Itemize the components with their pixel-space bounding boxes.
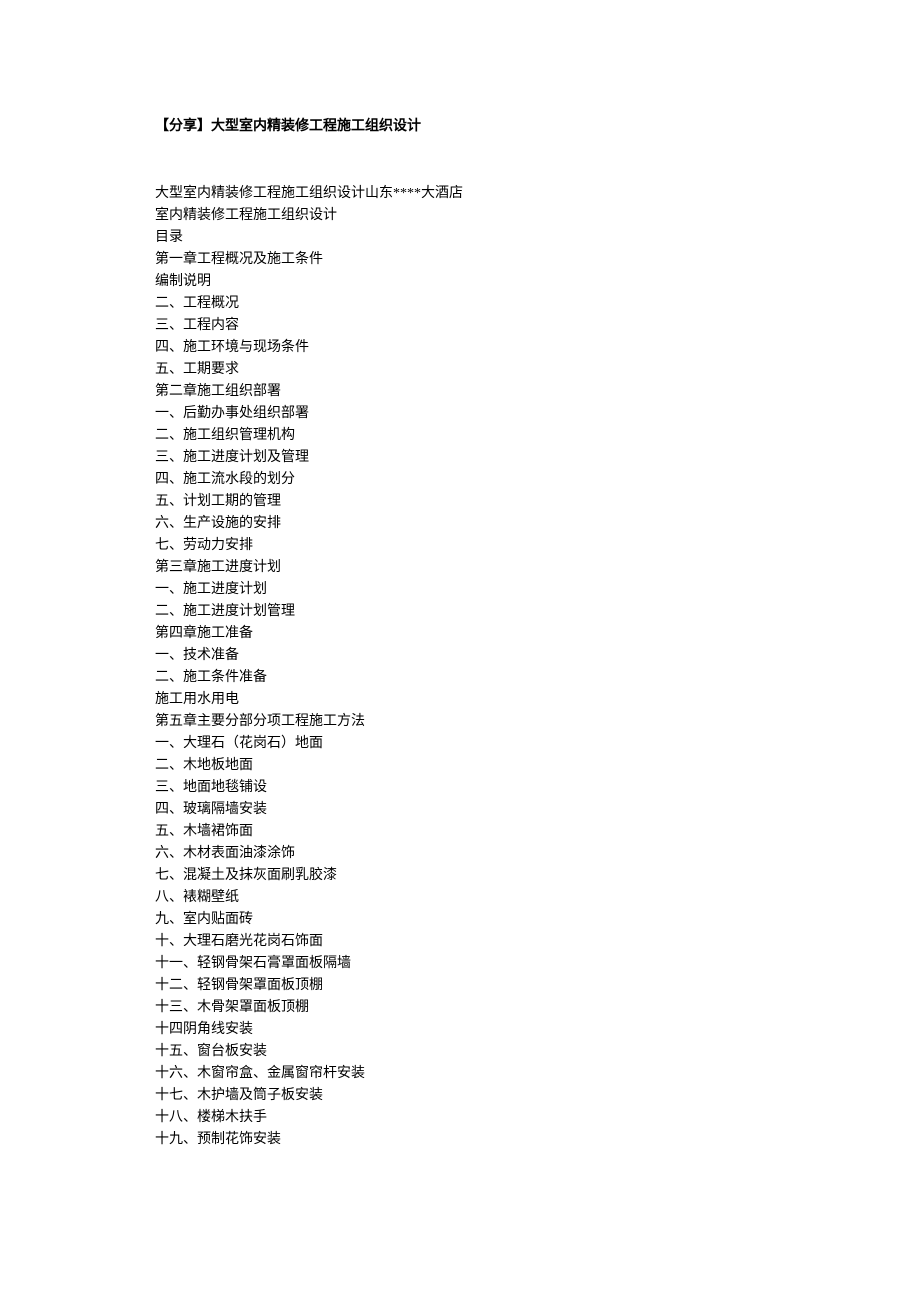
- content-line: 编制说明: [155, 271, 765, 293]
- content-line: 四、施工流水段的划分: [155, 469, 765, 491]
- content-line: 九、室内贴面砖: [155, 909, 765, 931]
- content-line: 二、工程概况: [155, 293, 765, 315]
- content-line: 目录: [155, 227, 765, 249]
- content-line: 十二、轻钢骨架罩面板顶棚: [155, 975, 765, 997]
- content-line: 六、生产设施的安排: [155, 513, 765, 535]
- content-line: 一、施工进度计划: [155, 579, 765, 601]
- document-title: 【分享】大型室内精装修工程施工组织设计: [155, 115, 765, 135]
- content-line: 第五章主要分部分项工程施工方法: [155, 711, 765, 733]
- content-line: 室内精装修工程施工组织设计: [155, 205, 765, 227]
- content-line: 十一、轻钢骨架石膏罩面板隔墙: [155, 953, 765, 975]
- content-line: 三、施工进度计划及管理: [155, 447, 765, 469]
- content-line: 二、施工条件准备: [155, 667, 765, 689]
- content-line: 八、裱糊壁纸: [155, 887, 765, 909]
- content-line: 四、施工环境与现场条件: [155, 337, 765, 359]
- content-line: 五、木墙裙饰面: [155, 821, 765, 843]
- content-line: 七、混凝土及抹灰面刷乳胶漆: [155, 865, 765, 887]
- content-line: 十八、楼梯木扶手: [155, 1107, 765, 1129]
- content-line: 第三章施工进度计划: [155, 557, 765, 579]
- content-line: 四、玻璃隔墙安装: [155, 799, 765, 821]
- content-line: 二、施工组织管理机构: [155, 425, 765, 447]
- content-line: 一、技术准备: [155, 645, 765, 667]
- content-line: 一、后勤办事处组织部署: [155, 403, 765, 425]
- content-line: 第二章施工组织部署: [155, 381, 765, 403]
- content-line: 第四章施工准备: [155, 623, 765, 645]
- content-line: 二、木地板地面: [155, 755, 765, 777]
- content-line: 第一章工程概况及施工条件: [155, 249, 765, 271]
- content-line: 十四阴角线安装: [155, 1019, 765, 1041]
- content-line: 三、工程内容: [155, 315, 765, 337]
- content-line: 十九、预制花饰安装: [155, 1129, 765, 1151]
- content-line: 三、地面地毯铺设: [155, 777, 765, 799]
- content-line: 一、大理石（花岗石）地面: [155, 733, 765, 755]
- content-line: 二、施工进度计划管理: [155, 601, 765, 623]
- content-line: 大型室内精装修工程施工组织设计山东****大酒店: [155, 183, 765, 205]
- content-line: 六、木材表面油漆涂饰: [155, 843, 765, 865]
- content-line: 十、大理石磨光花岗石饰面: [155, 931, 765, 953]
- content-body: 大型室内精装修工程施工组织设计山东****大酒店 室内精装修工程施工组织设计 目…: [155, 183, 765, 1151]
- content-line: 五、工期要求: [155, 359, 765, 381]
- content-line: 十七、木护墙及筒子板安装: [155, 1085, 765, 1107]
- content-line: 七、劳动力安排: [155, 535, 765, 557]
- content-line: 十六、木窗帘盒、金属窗帘杆安装: [155, 1063, 765, 1085]
- content-line: 五、计划工期的管理: [155, 491, 765, 513]
- content-line: 十三、木骨架罩面板顶棚: [155, 997, 765, 1019]
- content-line: 十五、窗台板安装: [155, 1041, 765, 1063]
- content-line: 施工用水用电: [155, 689, 765, 711]
